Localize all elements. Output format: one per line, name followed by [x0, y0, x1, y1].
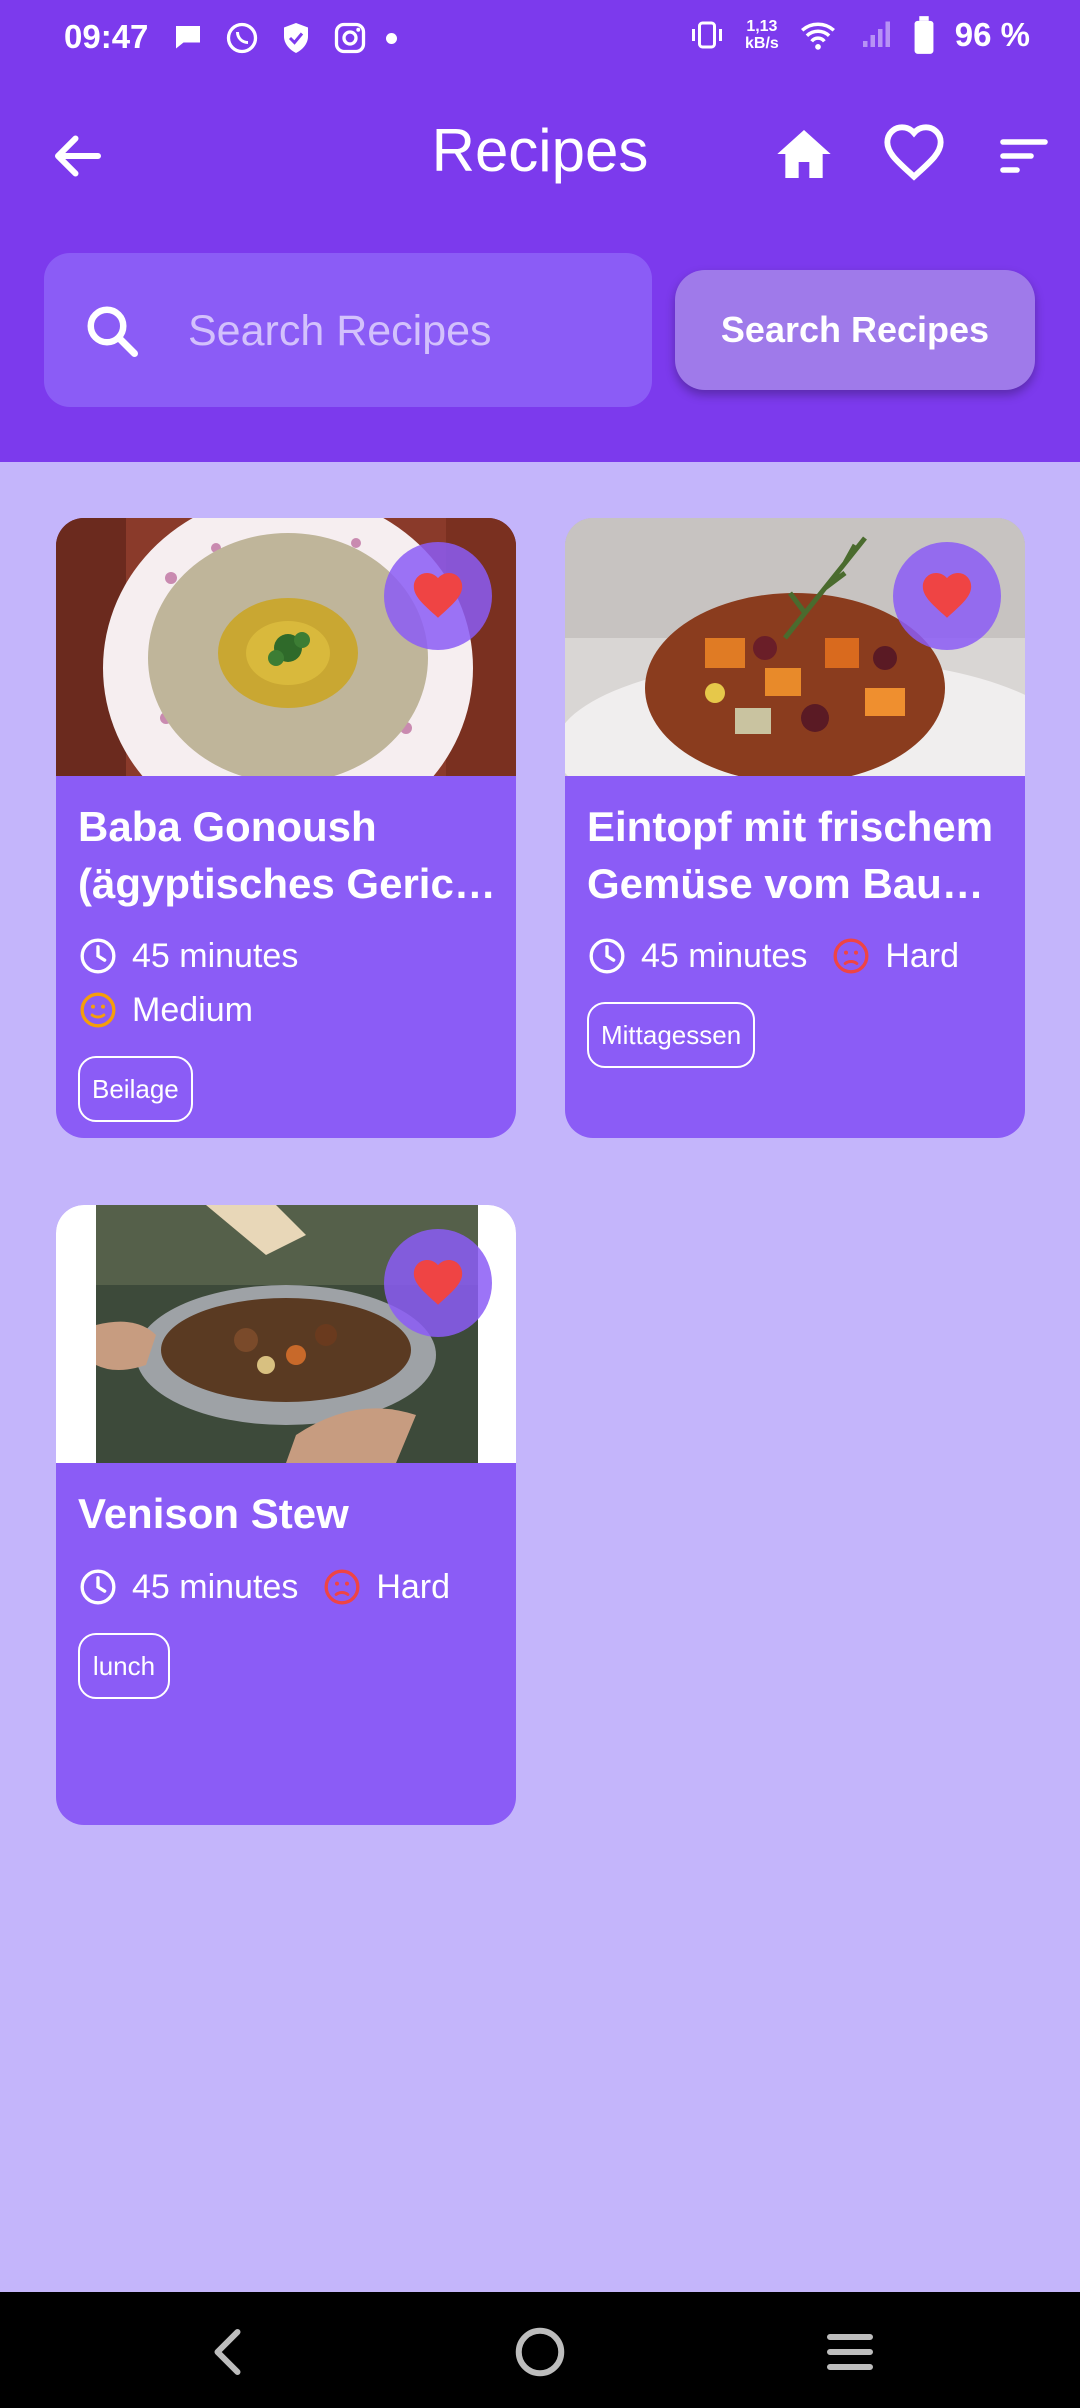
clock-icon	[80, 938, 116, 974]
battery-icon	[914, 16, 934, 54]
recipe-title-line-1: Baba Gonoush	[78, 803, 377, 850]
recipe-meta: 45 minutes Hard	[78, 1567, 450, 1607]
recipe-title-line-2: (ägyptisches Geric…	[78, 860, 496, 907]
instagram-icon	[334, 22, 366, 54]
recipe-tag[interactable]: lunch	[78, 1633, 170, 1699]
system-status: 1,13 kB/s 96 %	[689, 16, 1030, 54]
recipe-tag[interactable]: Beilage	[78, 1056, 193, 1122]
sad-face-icon	[324, 1569, 360, 1605]
sort-icon[interactable]	[996, 128, 1052, 184]
recipe-tag[interactable]: Mittagessen	[587, 1002, 756, 1068]
neutral-face-icon	[80, 992, 116, 1028]
whatsapp-icon	[226, 22, 258, 54]
shield-icon	[284, 23, 308, 53]
clock-icon	[589, 938, 625, 974]
network-speed-value: 1,13	[746, 18, 778, 35]
recipe-card-venison-stew[interactable]: Venison Stew 45 minutes Hard lunch	[56, 1205, 516, 1825]
favorite-toggle[interactable]	[384, 542, 492, 650]
recipe-difficulty-text: Hard	[885, 936, 960, 975]
clock-icon	[80, 1569, 116, 1605]
favorites-heart-icon[interactable]	[882, 122, 946, 186]
recipe-title-line-2: Gemüse vom Baue…	[587, 860, 1007, 907]
recipe-time: 45 minutes	[78, 936, 298, 976]
chat-icon	[176, 26, 200, 49]
recipe-difficulty-text: Medium	[132, 990, 253, 1029]
battery-percentage: 96 %	[954, 16, 1030, 53]
recipe-title: Eintopf mit frischem Gemüse vom Baue…	[587, 798, 1007, 912]
recipe-time-text: 45 minutes	[641, 936, 808, 975]
app-bar: Recipes	[0, 100, 1080, 210]
recipe-title-line-1: Venison Stew	[78, 1490, 349, 1537]
nav-recents-icon[interactable]	[820, 2322, 880, 2382]
recipe-title: Baba Gonoush (ägyptisches Geric…	[78, 798, 498, 912]
more-notifications-dot	[386, 32, 397, 44]
status-bar: 09:47 1,13 kB/s 96 %	[0, 0, 1080, 80]
search-input[interactable]	[186, 293, 630, 369]
heart-filled-icon	[413, 573, 463, 618]
nav-home-icon[interactable]	[510, 2322, 570, 2382]
favorite-toggle[interactable]	[384, 1229, 492, 1337]
search-icon	[87, 306, 138, 357]
recipe-title: Venison Stew	[78, 1485, 498, 1542]
heart-filled-icon	[922, 573, 972, 618]
network-speed: 1,13 kB/s	[745, 18, 779, 52]
search-recipes-button[interactable]: Search Recipes	[675, 270, 1035, 390]
status-time: 09:47	[64, 18, 149, 55]
recipe-card-baba-gonoush[interactable]: Baba Gonoush (ägyptisches Geric… 45 minu…	[56, 518, 516, 1138]
wifi-icon	[800, 22, 835, 50]
recipe-title-line-1: Eintopf mit frischem	[587, 803, 994, 850]
nav-back-icon[interactable]	[200, 2322, 260, 2382]
network-speed-unit: kB/s	[744, 35, 779, 52]
home-icon[interactable]	[772, 122, 836, 186]
top-app-area: 09:47 1,13 kB/s 96 % Recipes Search Reci…	[0, 0, 1080, 462]
sad-face-icon	[833, 938, 869, 974]
recipe-time-text: 45 minutes	[132, 936, 299, 975]
notification-icons	[170, 20, 397, 56]
vibrate-icon	[691, 21, 722, 49]
recipe-time-text: 45 minutes	[132, 1567, 299, 1606]
recipe-card-eintopf[interactable]: Eintopf mit frischem Gemüse vom Baue… 45…	[565, 518, 1025, 1138]
recipe-difficulty: Medium	[78, 990, 253, 1030]
system-navigation-bar	[0, 2292, 1080, 2408]
search-field[interactable]	[44, 253, 652, 407]
recipe-meta: 45 minutes Hard	[587, 936, 959, 976]
signal-icon	[862, 21, 890, 47]
favorite-toggle[interactable]	[893, 542, 1001, 650]
heart-filled-icon	[413, 1260, 463, 1305]
recipe-difficulty-text: Hard	[376, 1567, 451, 1606]
